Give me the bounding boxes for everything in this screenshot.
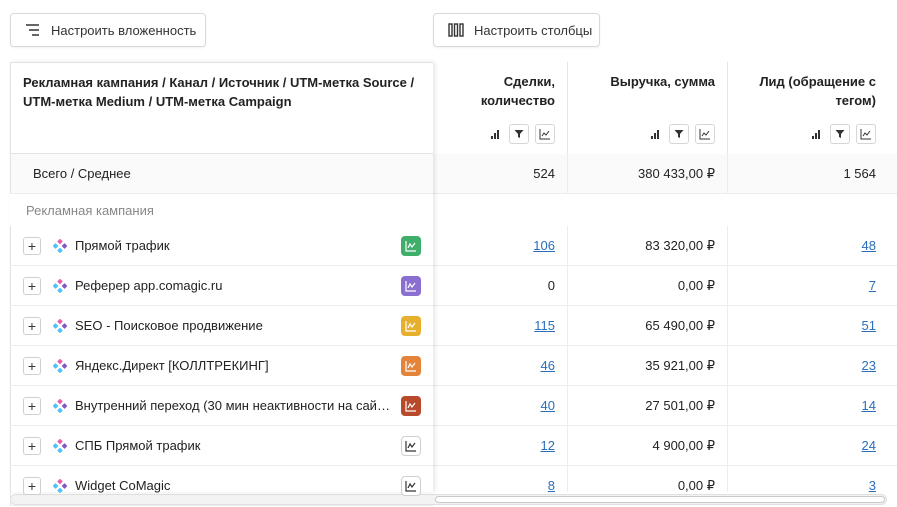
group-header-spacer — [433, 194, 897, 226]
group-label: Рекламная кампания — [26, 202, 154, 218]
sort-bars-icon[interactable] — [491, 129, 499, 139]
column-header-revenue: Выручка, сумма — [568, 62, 728, 154]
leads-value-link[interactable]: 7 — [869, 278, 876, 293]
leads-value-link[interactable]: 14 — [862, 398, 876, 413]
row-label[interactable]: Яндекс.Директ [КОЛЛТРЕКИНГ] — [75, 358, 391, 373]
plus-icon[interactable]: + — [23, 276, 41, 295]
row-label[interactable]: Прямой трафик — [75, 238, 391, 253]
group-header: Рекламная кампания — [10, 194, 433, 226]
configure-nesting-label: Настроить вложенность — [51, 22, 197, 38]
row-label[interactable]: Внутренний переход (30 мин неактивности … — [75, 398, 391, 413]
revenue-value: 27 501,00 ₽ — [645, 397, 715, 413]
dimension-column: Рекламная кампания / Канал / Источник / … — [10, 62, 433, 506]
total-deals: 524 — [533, 166, 555, 181]
row-label[interactable]: SEO - Поисковое продвижение — [75, 318, 391, 333]
table-row[interactable]: + Widget CoMagic — [10, 466, 433, 506]
trend-chart-icon[interactable] — [401, 315, 421, 336]
table-row[interactable]: + Яндекс.Директ [КОЛЛТРЕКИНГ] — [10, 346, 433, 386]
deals-value-link[interactable]: 40 — [541, 398, 555, 413]
trend-chart-icon[interactable] — [401, 355, 421, 376]
chart-icon[interactable] — [695, 124, 715, 144]
diamond-icon — [53, 358, 67, 373]
filter-icon[interactable] — [669, 124, 689, 144]
trend-chart-icon[interactable] — [401, 235, 421, 256]
revenue-value: 0,00 ₽ — [677, 277, 715, 293]
revenue-value: 65 490,00 ₽ — [645, 317, 715, 333]
table-row[interactable]: + SEO - Поисковое продвижение — [10, 306, 433, 346]
diamond-icon — [53, 438, 67, 453]
table-row-values: 106 83 320,00 ₽ 48 — [433, 226, 897, 266]
metrics-area: Сделки, количество Выручка, сумма Лид (о… — [433, 62, 897, 492]
configure-nesting-button[interactable]: Настроить вложенность — [10, 13, 206, 47]
configure-columns-label: Настроить столбцы — [474, 22, 593, 38]
plus-icon[interactable]: + — [23, 476, 41, 495]
diamond-icon — [53, 278, 67, 293]
plus-icon[interactable]: + — [23, 316, 41, 335]
chart-icon[interactable] — [535, 124, 555, 144]
scrollbar-thumb[interactable] — [435, 496, 885, 503]
deals-value-link[interactable]: 12 — [541, 438, 555, 453]
plus-icon[interactable]: + — [23, 436, 41, 455]
leads-value-link[interactable]: 48 — [862, 238, 876, 253]
diamond-icon — [53, 478, 67, 493]
diamond-icon — [53, 238, 67, 253]
leads-value-link[interactable]: 3 — [869, 478, 876, 492]
nesting-icon — [23, 20, 43, 40]
report-page: Настроить вложенность Настроить столбцы … — [0, 0, 897, 507]
diamond-icon — [53, 398, 67, 413]
column-title: Выручка, сумма — [610, 74, 715, 89]
column-title: Сделки, количество — [480, 74, 555, 108]
table-row[interactable]: + Внутренний переход (30 мин неактивности… — [10, 386, 433, 426]
revenue-value: 4 900,00 ₽ — [652, 437, 716, 453]
revenue-value: 35 921,00 ₽ — [645, 357, 715, 373]
total-row-label: Всего / Среднее — [10, 154, 433, 194]
table-row-values: 0 0,00 ₽ 7 — [433, 266, 897, 306]
table-row-values: 12 4 900,00 ₽ 24 — [433, 426, 897, 466]
plus-icon[interactable]: + — [23, 396, 41, 415]
total-row-values: 524 380 433,00 ₽ 1 564 — [433, 154, 897, 194]
columns-icon — [446, 20, 466, 40]
table-row[interactable]: + Реферер app.comagic.ru — [10, 266, 433, 306]
row-label[interactable]: Widget CoMagic — [75, 478, 391, 493]
leads-value-link[interactable]: 23 — [862, 358, 876, 373]
column-header-leads: Лид (обращение с тегом) — [728, 62, 888, 154]
deals-value-link[interactable]: 106 — [533, 238, 555, 253]
trend-chart-icon[interactable] — [401, 395, 421, 416]
table-row-values: 40 27 501,00 ₽ 14 — [433, 386, 897, 426]
plus-icon[interactable]: + — [23, 356, 41, 375]
filter-icon[interactable] — [509, 124, 529, 144]
row-label[interactable]: Реферер app.comagic.ru — [75, 278, 391, 293]
total-label: Всего / Среднее — [33, 166, 131, 181]
deals-value: 0 — [547, 278, 555, 293]
table-row-values: 115 65 490,00 ₽ 51 — [433, 306, 897, 346]
column-title: Лид (обращение с тегом) — [759, 74, 876, 108]
chart-icon[interactable] — [856, 124, 876, 144]
deals-value-link[interactable]: 46 — [541, 358, 555, 373]
table-row[interactable]: + Прямой трафик — [10, 226, 433, 266]
revenue-value: 83 320,00 ₽ — [645, 237, 715, 253]
total-revenue: 380 433,00 ₽ — [638, 165, 715, 181]
leads-value-link[interactable]: 51 — [862, 318, 876, 333]
dimension-header: Рекламная кампания / Канал / Источник / … — [10, 62, 433, 154]
deals-value-link[interactable]: 8 — [548, 478, 555, 492]
column-header-deals: Сделки, количество — [433, 62, 568, 154]
revenue-value: 0,00 ₽ — [677, 477, 715, 493]
diamond-icon — [53, 318, 67, 333]
configure-columns-button[interactable]: Настроить столбцы — [433, 13, 600, 47]
row-label[interactable]: СПБ Прямой трафик — [75, 438, 391, 453]
table-row-values: 46 35 921,00 ₽ 23 — [433, 346, 897, 386]
table-row[interactable]: + СПБ Прямой трафик — [10, 426, 433, 466]
deals-value-link[interactable]: 115 — [534, 318, 555, 333]
table-row-values: 8 0,00 ₽ 3 — [433, 466, 897, 492]
plus-icon[interactable]: + — [23, 236, 41, 255]
trend-chart-icon[interactable] — [401, 435, 421, 456]
sort-bars-icon[interactable] — [651, 129, 659, 139]
total-leads: 1 564 — [843, 166, 876, 181]
leads-value-link[interactable]: 24 — [862, 438, 876, 453]
sort-bars-icon[interactable] — [812, 129, 820, 139]
trend-chart-icon[interactable] — [401, 475, 421, 496]
filter-icon[interactable] — [830, 124, 850, 144]
trend-chart-icon[interactable] — [401, 275, 421, 296]
